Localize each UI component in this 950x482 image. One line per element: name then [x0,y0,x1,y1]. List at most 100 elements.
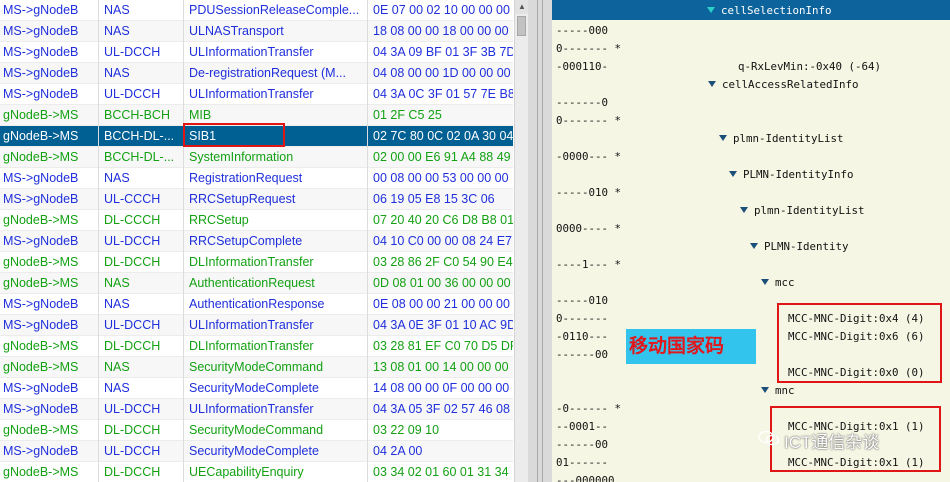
splitter-line [542,0,543,482]
tree-line-text: cellAccessRelatedInfo [722,78,859,91]
message-table: MS->gNodeB NAS PDUSessionReleaseComple... 0… [0,0,513,482]
direction-cell: gNodeB->MS [3,108,79,122]
tree-node[interactable]: plmn-IdentityList [740,204,865,217]
expand-triangle-icon[interactable] [719,135,727,141]
tree-line-text: -----010 [556,294,609,307]
channel-cell: UL-DCCH [104,87,161,101]
tree-line-text: mcc [775,276,795,289]
message-name-cell: ULInformationTransfer [189,318,314,332]
hex-payload-cell: 02 7C 80 0C 02 0A 30 04 [373,129,513,143]
country-code-annotation: 移动国家码 [626,329,756,364]
tree-node[interactable]: plmn-IdentityList [719,132,844,145]
tree-bit-line: -0110--- [556,330,608,343]
message-row[interactable]: MS->gNodeB UL-DCCH SecurityModeComplete 04 … [0,441,513,462]
expand-triangle-icon[interactable] [708,81,716,87]
message-row[interactable]: gNodeB->MS BCCH-DL-... SystemInformation 02… [0,147,513,168]
message-row[interactable]: MS->gNodeB NAS SecurityModeComplete 14 08 0… [0,378,513,399]
scrollbar-thumb[interactable] [517,16,526,36]
expand-triangle-icon[interactable] [707,7,715,13]
message-row[interactable]: MS->gNodeB UL-DCCH ULInformationTransfer 04… [0,84,513,105]
direction-cell: MS->gNodeB [3,24,79,38]
tree-line-text: ----1--- * [556,258,622,271]
direction-cell: MS->gNodeB [3,171,79,185]
tree-line-text: --0001-- [556,420,609,433]
direction-cell: MS->gNodeB [3,234,79,248]
expand-triangle-icon[interactable] [761,387,769,393]
message-row[interactable]: gNodeB->MS DL-DCCH DLInformationTransfer 03… [0,336,513,357]
hex-payload-cell: 13 08 01 00 14 00 00 00 [373,360,509,374]
channel-cell: DL-DCCH [104,423,161,437]
message-row[interactable]: MS->gNodeB NAS AuthenticationResponse 0E 08… [0,294,513,315]
message-name-cell: UECapabilityEnquiry [189,465,304,479]
vertical-scrollbar[interactable]: ▲ [514,0,528,482]
hex-payload-cell: 07 20 40 20 C6 D8 B8 01 [373,213,513,227]
tree-node[interactable]: PLMN-Identity [750,240,849,253]
tree-node[interactable]: mnc [761,384,795,397]
message-row[interactable]: MS->gNodeB NAS RegistrationRequest 00 08 00… [0,168,513,189]
hex-payload-cell: 04 3A 0C 3F 01 57 7E B8 [373,87,513,101]
column-separator [98,0,99,482]
scroll-up-arrow-icon[interactable]: ▲ [515,0,528,14]
pane-splitter[interactable] [528,0,552,482]
channel-cell: UL-DCCH [104,234,161,248]
tree-line-text: 0------- * [556,114,622,127]
channel-cell: BCCH-BCH [104,108,170,122]
channel-cell: NAS [104,297,130,311]
message-name-cell: ULInformationTransfer [189,45,314,59]
direction-cell: MS->gNodeB [3,45,79,59]
message-row[interactable]: gNodeB->MS DL-CCCH RRCSetup 07 20 40 20 C6 … [0,210,513,231]
message-row[interactable]: gNodeB->MS DL-DCCH UECapabilityEnquiry 03 3… [0,462,513,482]
message-row[interactable]: gNodeB->MS DL-DCCH DLInformationTransfer 03… [0,252,513,273]
direction-cell: gNodeB->MS [3,255,79,269]
hex-payload-cell: 18 08 00 00 18 00 00 00 [373,24,509,38]
tree-node[interactable]: cellAccessRelatedInfo [708,78,859,91]
message-row[interactable]: MS->gNodeB UL-DCCH ULInformationTransfer 04… [0,399,513,420]
message-row[interactable]: MS->gNodeB UL-DCCH ULInformationTransfer 04… [0,42,513,63]
message-name-cell: SecurityModeCommand [189,360,324,374]
channel-cell: UL-CCCH [104,192,161,206]
message-name-cell: DLInformationTransfer [189,255,314,269]
message-row[interactable]: gNodeB->MS NAS SecurityModeCommand 13 08 01… [0,357,513,378]
expand-triangle-icon[interactable] [761,279,769,285]
tree-line-text: -------0 [556,96,609,109]
message-name-cell: RegistrationRequest [189,171,303,185]
message-row[interactable]: MS->gNodeB NAS PDUSessionReleaseComple... 0… [0,0,513,21]
tree-node[interactable]: mcc [761,276,795,289]
message-name-cell: RRCSetupComplete [189,234,303,248]
message-row[interactable]: MS->gNodeB NAS De-registrationRequest (M..… [0,63,513,84]
message-row[interactable]: MS->gNodeB UL-DCCH RRCSetupComplete 04 10 C… [0,231,513,252]
hex-payload-cell: 03 28 86 2F C0 54 90 E4 [373,255,513,269]
channel-cell: NAS [104,381,130,395]
channel-cell: DL-CCCH [104,213,161,227]
tree-node-cell-selection-info[interactable]: cellSelectionInfo [707,4,832,17]
tree-field: q-RxLevMin:-0x40 (-64) [738,60,881,73]
tree-line-text: -0110--- [556,330,609,343]
tree-node[interactable]: PLMN-IdentityInfo [729,168,854,181]
message-name-cell: SecurityModeComplete [189,444,319,458]
direction-cell: gNodeB->MS [3,213,79,227]
tree-selected-node-bar[interactable]: cellSelectionInfo [552,0,950,20]
hex-payload-cell: 04 3A 09 BF 01 3F 3B 7D [373,45,513,59]
mcc-highlight-box [777,303,942,383]
column-separator [367,0,368,482]
message-row[interactable]: MS->gNodeB NAS ULNASTransport 18 08 00 00 1… [0,21,513,42]
decode-tree-pane: cellSelectionInfo -----000 0------- * -000… [552,0,950,482]
message-name-cell: RRCSetup [189,213,249,227]
message-row[interactable]: MS->gNodeB UL-DCCH ULInformationTransfer 04… [0,315,513,336]
expand-triangle-icon[interactable] [750,243,758,249]
tree-line-text: ------00 [556,348,609,361]
message-row[interactable]: gNodeB->MS NAS AuthenticationRequest 0D 08 … [0,273,513,294]
message-name-cell: SystemInformation [189,150,294,164]
direction-cell: gNodeB->MS [3,129,79,143]
expand-triangle-icon[interactable] [729,171,737,177]
tree-line-text: -0000--- * [556,150,622,163]
tree-line-text: q-RxLevMin:-0x40 (-64) [738,60,882,73]
message-row[interactable]: MS->gNodeB UL-CCCH RRCSetupRequest 06 19 05… [0,189,513,210]
direction-cell: gNodeB->MS [3,360,79,374]
hex-payload-cell: 01 2F C5 25 [373,108,442,122]
hex-payload-cell: 04 2A 00 [373,444,423,458]
channel-cell: NAS [104,276,130,290]
tree-bit-line: ------00 [556,438,608,451]
message-row[interactable]: gNodeB->MS DL-DCCH SecurityModeCommand 03 2… [0,420,513,441]
expand-triangle-icon[interactable] [740,207,748,213]
